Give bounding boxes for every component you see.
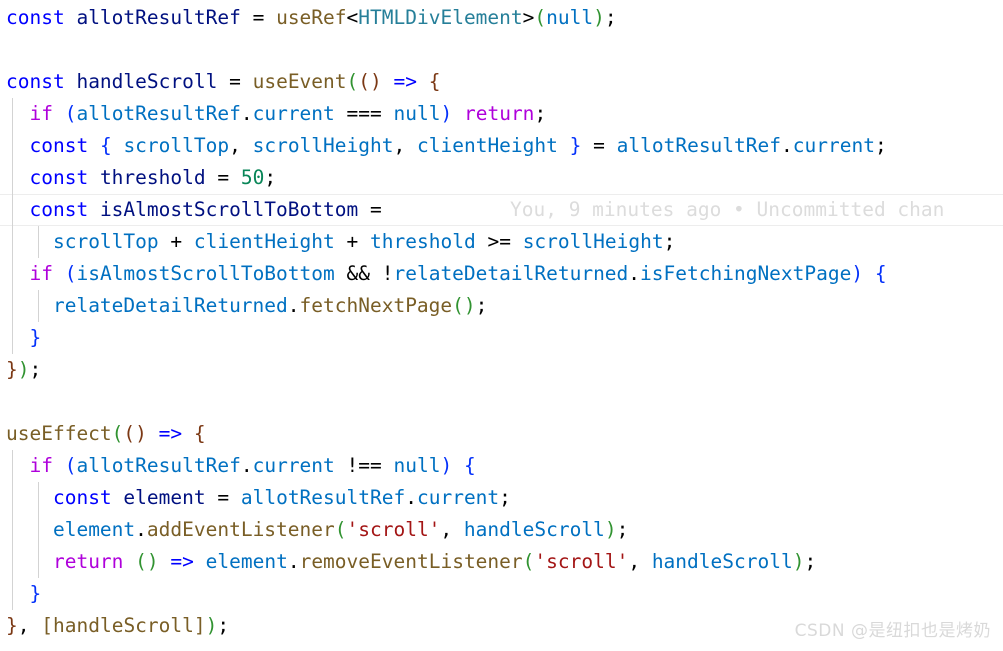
code-line-tokens: if (allotResultRef.current !== null) { <box>29 454 476 477</box>
code-line-tokens: }, [handleScroll]); <box>6 614 230 637</box>
code-line[interactable]: if (allotResultRef.current === null) ret… <box>0 98 1003 130</box>
code-line[interactable]: if (allotResultRef.current !== null) { <box>0 450 1003 482</box>
csdn-watermark: CSDN @是纽扣也是烤奶 <box>794 621 991 641</box>
code-line[interactable] <box>0 34 1003 66</box>
code-line-tokens: element.addEventListener('scroll', handl… <box>52 518 629 541</box>
code-line-tokens: const threshold = 50; <box>29 166 277 189</box>
code-line[interactable]: }); <box>0 354 1003 386</box>
code-line[interactable]: } <box>0 322 1003 354</box>
code-line-tokens: } <box>29 582 42 605</box>
code-line[interactable]: return () => element.removeEventListener… <box>0 546 1003 578</box>
code-line-tokens: const isAlmostScrollToBottom = <box>29 198 382 221</box>
code-line[interactable]: relateDetailReturned.fetchNextPage(); <box>0 290 1003 322</box>
code-line[interactable]: } <box>0 578 1003 610</box>
code-line[interactable]: const handleScroll = useEvent(() => { <box>0 66 1003 98</box>
code-line-tokens: relateDetailReturned.fetchNextPage(); <box>52 294 488 317</box>
code-surface[interactable]: const allotResultRef = useRef<HTMLDivEle… <box>0 0 1003 651</box>
code-line-tokens: useEffect(() => { <box>6 422 206 445</box>
code-line[interactable]: const element = allotResultRef.current; <box>0 482 1003 514</box>
code-line-tokens: return () => element.removeEventListener… <box>52 550 817 573</box>
code-line-tokens: const { scrollTop, scrollHeight, clientH… <box>29 134 887 157</box>
code-line[interactable]: const threshold = 50; <box>0 162 1003 194</box>
code-line-tokens: } <box>29 326 42 349</box>
code-line[interactable]: const allotResultRef = useRef<HTMLDivEle… <box>0 2 1003 34</box>
code-line[interactable]: useEffect(() => { <box>0 418 1003 450</box>
code-line[interactable] <box>0 386 1003 418</box>
code-line[interactable]: scrollTop + clientHeight + threshold >= … <box>0 226 1003 258</box>
code-line-tokens: const allotResultRef = useRef<HTMLDivEle… <box>6 6 617 29</box>
code-line[interactable]: const { scrollTop, scrollHeight, clientH… <box>0 130 1003 162</box>
code-line-tokens: }); <box>6 358 42 381</box>
git-blame-annotation[interactable]: You, 9 minutes ago • Uncommitted chan <box>510 194 1003 226</box>
code-line-tokens: if (allotResultRef.current === null) ret… <box>29 102 547 125</box>
code-line-tokens: const element = allotResultRef.current; <box>52 486 511 509</box>
code-line[interactable]: if (isAlmostScrollToBottom && !relateDet… <box>0 258 1003 290</box>
code-line-tokens: const handleScroll = useEvent(() => { <box>6 70 441 93</box>
code-line-tokens: if (isAlmostScrollToBottom && !relateDet… <box>29 262 887 285</box>
code-line[interactable]: element.addEventListener('scroll', handl… <box>0 514 1003 546</box>
code-editor-viewport[interactable]: const allotResultRef = useRef<HTMLDivEle… <box>0 0 1003 651</box>
code-line-tokens: scrollTop + clientHeight + threshold >= … <box>52 230 676 253</box>
